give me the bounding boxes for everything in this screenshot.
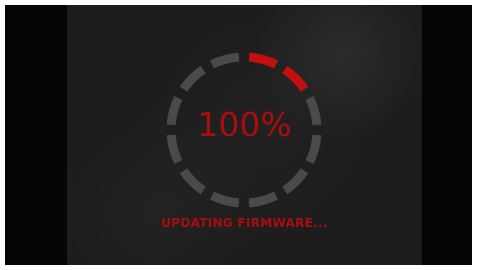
status-message: UPDATING FIRMWARE... [161,216,328,230]
ring-segment [282,168,309,195]
device-frame: 100% UPDATING FIRMWARE... [5,5,472,265]
ring-segment [179,65,206,92]
progress-percent-label: 100% [197,105,292,144]
update-screen: 100% UPDATING FIRMWARE... [67,5,422,265]
ring-segment [210,191,240,208]
ring-segment [210,52,240,69]
ring-segment-active [248,52,278,69]
ring-segment [248,191,278,208]
ring-segment [179,168,206,195]
ring-segment-active [282,65,309,92]
